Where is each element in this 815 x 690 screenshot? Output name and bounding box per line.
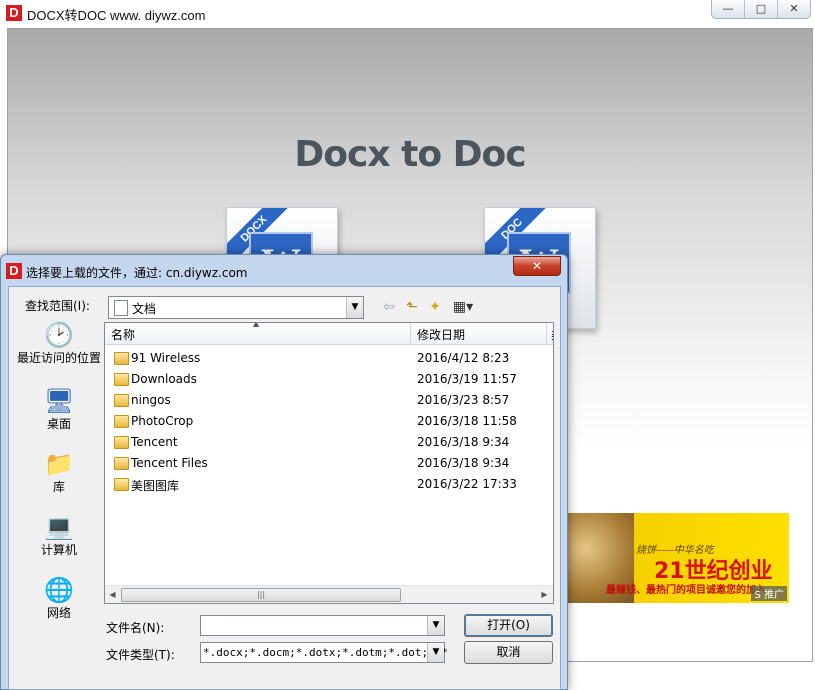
file-name: Downloads	[131, 372, 197, 386]
folder-icon	[114, 436, 129, 449]
dialog-body: 查找范围(I): 文档 ▼ ⇦ ⬑ ✦ ▦▾ 🕑 最近访问的位置 🖥 桌面 📁 …	[8, 286, 561, 690]
file-open-dialog: D 选择要上载的文件，通过: cn.diywz.com ✕ 查找范围(I): 文…	[0, 254, 568, 690]
place-desktop[interactable]: 🖥 桌面	[15, 387, 103, 431]
chevron-down-icon[interactable]: ▼	[346, 297, 363, 318]
network-icon: 🌐	[44, 576, 74, 604]
new-folder-icon[interactable]: ✦	[425, 297, 445, 317]
scroll-right-icon[interactable]: ▶	[537, 587, 552, 602]
view-menu-icon[interactable]: ▦▾	[449, 297, 477, 317]
column-divider[interactable]	[546, 323, 547, 344]
up-folder-icon[interactable]: ⬑	[402, 297, 422, 317]
main-titlebar: D DOCX转DOC www. diywz.com — □ ✕	[0, 0, 815, 26]
file-row[interactable]: Tencent Files 2016/3/18 9:34	[105, 453, 553, 474]
scroll-left-icon[interactable]: ◀	[105, 587, 120, 602]
file-type-dropdown[interactable]: *.docx;*.docm;*.dotx;*.dotm;*.dot; (* ▼	[200, 642, 449, 663]
horizontal-scrollbar[interactable]: ◀ ||| ▶	[105, 585, 553, 603]
column-divider[interactable]	[410, 323, 411, 344]
look-in-label: 查找范围(I):	[25, 299, 90, 313]
recent-places-icon: 🕑	[44, 321, 74, 349]
ad-promo-tag[interactable]: S 推广	[751, 586, 787, 601]
computer-icon: 💻	[44, 513, 74, 541]
look-in-value: 文档	[132, 302, 157, 316]
place-libraries[interactable]: 📁 库	[15, 450, 103, 494]
folder-icon	[114, 373, 129, 386]
file-name: ningos	[131, 393, 171, 407]
folder-icon	[114, 352, 129, 365]
sort-ascending-icon: ▲	[253, 322, 260, 328]
place-label: 库	[52, 480, 65, 494]
desktop-icon: 🖥	[44, 387, 75, 415]
chevron-down-icon[interactable]: ▼	[427, 616, 444, 635]
file-name: 91 Wireless	[131, 351, 201, 365]
file-type-label: 文件类型(T):	[106, 648, 175, 662]
file-date: 2016/3/19 11:57	[417, 372, 517, 386]
maximize-button[interactable]: □	[745, 0, 778, 18]
back-arrow-icon[interactable]: ⇦	[379, 297, 399, 317]
file-name: Tencent	[131, 435, 178, 449]
file-name: Tencent Files	[131, 456, 208, 470]
ad-banner[interactable]: 烧饼——中华名吃 21世纪创业 最赚钱、最热门的项目诚邀您的加入 S 推广	[566, 513, 789, 603]
libraries-icon: 📁	[44, 450, 74, 478]
file-name-input[interactable]: ▼	[200, 615, 445, 636]
dialog-logo-icon: D	[6, 263, 22, 279]
file-date: 2016/3/18 9:34	[417, 456, 510, 470]
close-window-button[interactable]: ✕	[778, 0, 810, 18]
file-row[interactable]: Downloads 2016/3/19 11:57	[105, 369, 553, 390]
file-row[interactable]: ningos 2016/3/23 8:57	[105, 390, 553, 411]
place-computer[interactable]: 💻 计算机	[15, 513, 103, 557]
window-controls: — □ ✕	[711, 0, 811, 19]
document-folder-icon	[114, 300, 128, 316]
file-date: 2016/3/23 8:57	[417, 393, 510, 407]
file-date: 2016/3/18 11:58	[417, 414, 517, 428]
column-name[interactable]: 名称	[111, 326, 135, 343]
app-headline: Docx to Doc	[294, 134, 526, 175]
file-list[interactable]: 名称 ▲ 修改日期 类 91 Wireless 2016/4/12 8:23 D…	[104, 322, 554, 604]
place-label: 网络	[46, 606, 71, 620]
window-title: DOCX转DOC www. diywz.com	[27, 8, 206, 23]
column-date-modified[interactable]: 修改日期	[417, 326, 465, 343]
dialog-title: 选择要上载的文件，通过: cn.diywz.com	[26, 266, 248, 280]
place-network[interactable]: 🌐 网络	[15, 576, 103, 620]
file-date: 2016/4/12 8:23	[417, 351, 510, 365]
file-name: PhotoCrop	[131, 414, 194, 428]
file-row[interactable]: PhotoCrop 2016/3/18 11:58	[105, 411, 553, 432]
dialog-close-button[interactable]: ✕	[513, 256, 561, 276]
folder-icon	[114, 394, 129, 407]
cancel-button[interactable]: 取消	[464, 641, 553, 664]
minimize-button[interactable]: —	[712, 0, 745, 18]
column-type[interactable]: 类	[551, 326, 553, 343]
app-logo-icon: D	[6, 5, 22, 21]
folder-icon	[114, 478, 129, 491]
look-in-dropdown[interactable]: 文档 ▼	[108, 296, 364, 319]
file-name-label: 文件名(N):	[106, 621, 165, 635]
file-date: 2016/3/22 17:33	[417, 477, 517, 491]
ad-subtext: 最赚钱、最热门的项目诚邀您的加入	[606, 585, 766, 596]
places-bar: 🕑 最近访问的位置 🖥 桌面 📁 库 💻 计算机 🌐 网络	[15, 321, 103, 633]
file-row[interactable]: Tencent 2016/3/18 9:34	[105, 432, 553, 453]
file-name: 美图图库	[131, 479, 180, 493]
file-date: 2016/3/18 9:34	[417, 435, 510, 449]
file-type-value: *.docx;*.docm;*.dotx;*.dotm;*.dot; (*	[203, 646, 449, 659]
place-label: 计算机	[40, 543, 77, 557]
open-button[interactable]: 打开(O)	[464, 614, 553, 637]
file-list-header: 名称 ▲ 修改日期 类	[105, 323, 553, 345]
place-recent[interactable]: 🕑 最近访问的位置	[15, 321, 103, 365]
file-row[interactable]: 美图图库 2016/3/22 17:33	[105, 474, 553, 495]
place-label: 最近访问的位置	[16, 351, 101, 365]
scrollbar-thumb[interactable]: |||	[121, 588, 401, 602]
chevron-down-icon[interactable]: ▼	[427, 643, 444, 662]
place-label: 桌面	[46, 417, 71, 431]
folder-icon	[114, 457, 129, 470]
file-row[interactable]: 91 Wireless 2016/4/12 8:23	[105, 348, 553, 369]
folder-icon	[114, 415, 129, 428]
